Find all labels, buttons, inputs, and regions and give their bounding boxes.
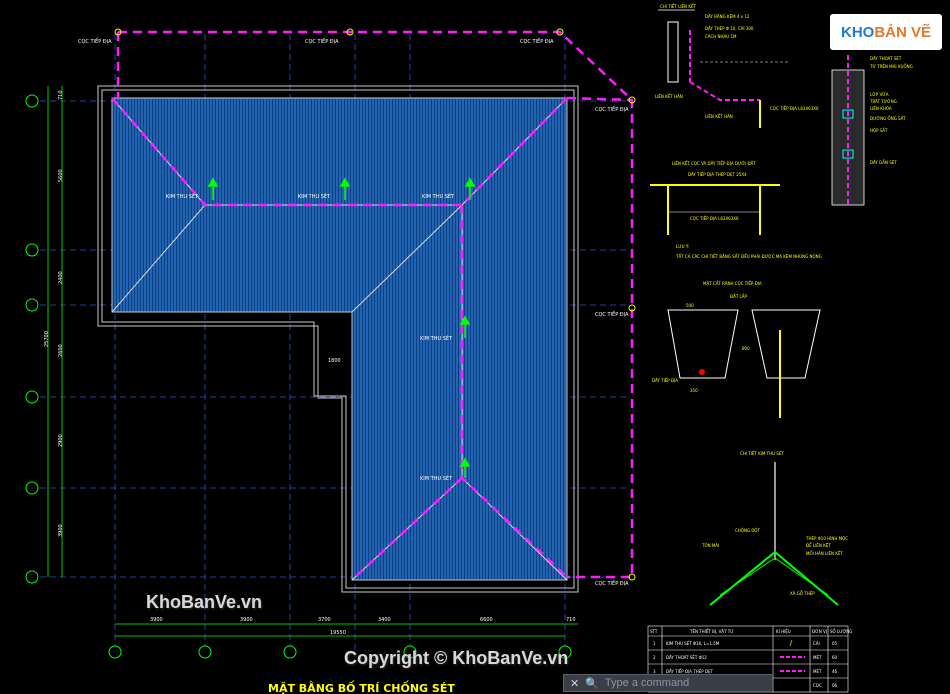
dim-left: 710 (58, 90, 64, 100)
dim-left: 2900 (58, 434, 64, 447)
watermark-top: KhoBanVe.vn (146, 592, 263, 612)
logo-text-a: KHO (840, 23, 875, 41)
detail-air-terminal (709, 462, 839, 606)
detail-note: DÂY TIẾP ĐỊA (652, 377, 678, 383)
legend-cell: 2 (653, 655, 656, 660)
ground-label: CỌC TIẾP ĐỊA (520, 37, 554, 45)
rod-label: KIM THU SÉT (420, 334, 453, 342)
legend-cell: 06 (832, 683, 838, 688)
detail-note: ĐỂ LIÊN KẾT (806, 542, 831, 548)
ground-label: CỌC TIẾP ĐỊA (78, 37, 112, 45)
detail-note: DÂY THOÁT SÉT (870, 56, 902, 61)
dim-mid: 1800 (328, 358, 341, 364)
brand-logo: KHO BẢN VẼ (830, 14, 942, 50)
dim-left-total: 25700 (44, 331, 50, 347)
detail-note: TRÁT TƯỜNG (869, 99, 897, 104)
watermark-bottom: Copyright © KhoBanVe.vn (344, 648, 569, 668)
dim-bottom: 3700 (318, 617, 331, 623)
detail-note: CỌC TIẾP ĐỊA L63X63X6 (690, 215, 739, 221)
detail-note: DÂY THÉP Φ 10, CÁI 300 (705, 26, 754, 31)
detail-note: CÁCH NHAU 1M (705, 34, 737, 39)
legend-cell: 1 (653, 641, 656, 646)
detail-wall-joint (831, 55, 865, 206)
detail-trench (667, 309, 821, 418)
detail-title: CHI TIẾT KIM THU SÉT (740, 450, 784, 456)
legend-header: TÊN THIẾT BỊ, VẬT TƯ (689, 628, 734, 634)
detail-note: LIÊN KẾT HÀN (705, 113, 733, 119)
detail-note: THÉP Φ10 HÌNH MÓC (805, 536, 848, 541)
rod-label: KIM THU SÉT (422, 192, 455, 200)
ground-label: CỌC TIẾP ĐỊA (595, 310, 629, 318)
detail-title: CHI TIẾT LIÊN KẾT (660, 3, 696, 9)
cad-drawing-canvas[interactable]: KIM THU SÉT KIM THU SÉT KIM THU SÉT KIM … (0, 0, 950, 694)
detail-note: LIÊN KHÓA (870, 106, 892, 111)
dim-bottom: 6600 (480, 617, 493, 623)
dim-bottom: 3900 (150, 617, 163, 623)
plan-title: MẶT BẰNG BỐ TRÍ CHỐNG SÉT (268, 680, 455, 694)
dim-bottom: 3900 (240, 617, 253, 623)
rod-label: KIM THU SÉT (166, 192, 199, 200)
legend-cell: 46 (832, 669, 838, 674)
legend-cell: MÉT (813, 669, 822, 674)
dim-bottom: 3400 (378, 617, 391, 623)
detail-note: ĐƯỜNG ỐNG SẮT (870, 116, 906, 121)
detail-note: 350 (690, 388, 698, 393)
detail-note: CHÔNG DỘT (735, 528, 761, 533)
search-icon[interactable]: 🔍 (585, 677, 599, 690)
dim-total: 19550 (330, 630, 346, 636)
ground-label: CỌC TIẾP ĐỊA (595, 105, 629, 113)
detail-title: MẶT CẮT RÃNH CỌC TIẾP ĐỊA (703, 280, 762, 286)
detail-note: XÀ GỖ THÉP (790, 591, 815, 596)
detail-note: LIÊN KẾT HÀN (655, 93, 683, 99)
detail-note: TỪ TRÊN MÁI XUỐNG (869, 64, 913, 69)
dim-left: 3900 (58, 524, 64, 537)
detail-note: CỌC TIẾP ĐỊA L63X63X6 (770, 105, 819, 111)
legend-header: KÍ HIỆU (776, 629, 791, 634)
legend-cell: MÉT (813, 655, 822, 660)
detail-note: DÂY TIẾP ĐỊA THÉP DẸT 25X4 (688, 171, 747, 177)
legend-cell: 05 (832, 641, 838, 646)
note-body: TẤT CẢ CÁC CHI TIẾT BẰNG SẮT ĐỀU PHẢI ĐƯ… (675, 253, 822, 259)
note-head: LƯU Ý: (676, 244, 689, 249)
ground-label: CỌC TIẾP ĐỊA (595, 579, 629, 587)
rod-label: KIM THU SÉT (420, 474, 453, 482)
legend-cell: CÁI (813, 641, 820, 646)
command-input[interactable]: Type a command (605, 677, 689, 689)
detail-note: 800 (742, 346, 750, 351)
detail-note: MỐI HÀN LIÊN KẾT (806, 550, 843, 556)
detail-note: DÂY BĂNG KẼM 4 x 12 (705, 14, 750, 19)
dim-bottom: 710 (566, 617, 576, 623)
legend-header: ĐƠN VỊ (812, 629, 827, 634)
detail-note: LỚP VỮA (870, 92, 889, 97)
detail-note: TÔN MÁI (701, 543, 719, 548)
legend-header: STT (650, 629, 658, 634)
rod-label: KIM THU SÉT (298, 192, 331, 200)
dim-left: 2400 (58, 271, 64, 284)
detail-note: ĐẤT LẤP (730, 294, 748, 299)
detail-note: DÂY DẪN SÉT (870, 160, 897, 165)
detail-title: LIÊN KẾT CỌC VÀ DÂY TIẾP ĐỊA DƯỚI ĐẤT (672, 160, 756, 166)
legend-cell: DÂY THOÁT SÉT Φ12 (666, 655, 707, 660)
roof (111, 97, 568, 581)
close-icon[interactable]: ✕ (570, 677, 579, 690)
detail-note: 500 (686, 303, 694, 308)
legend-header: SỐ LƯỢNG (830, 629, 852, 634)
detail-ground-link (650, 184, 780, 235)
ground-label: CỌC TIẾP ĐỊA (305, 37, 339, 45)
legend-cell: 60 (832, 655, 838, 660)
dim-left: 2600 (58, 344, 64, 357)
detail-note: HỘP SẮT (870, 128, 888, 133)
dim-left: 5600 (58, 169, 64, 182)
logo-text-b: BẢN VẼ (874, 23, 932, 41)
legend-cell: CỌC (813, 683, 822, 688)
legend-cell: KIM THU SÉT Φ16, L=1.5M (666, 641, 720, 646)
command-bar[interactable]: ✕ 🔍 Type a command (563, 674, 773, 692)
